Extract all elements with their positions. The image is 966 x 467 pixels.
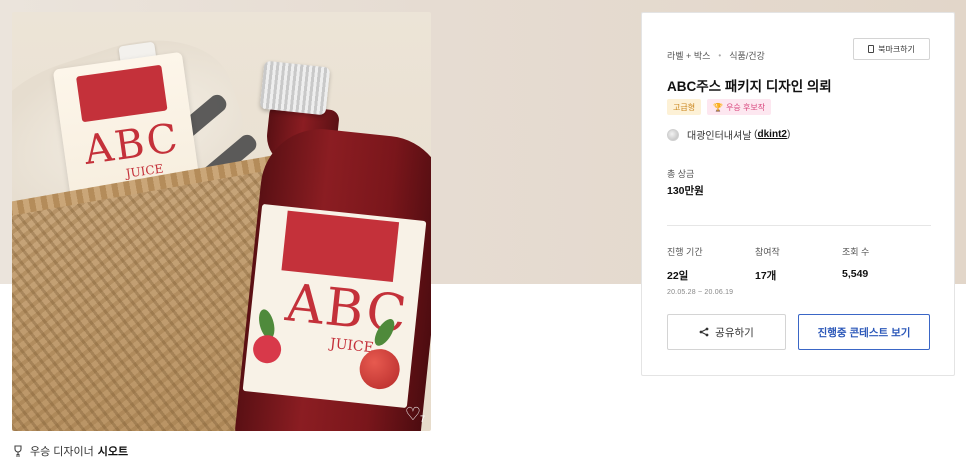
prize-value: 130만원 xyxy=(667,185,704,197)
bottle-label: ABC JUICE xyxy=(242,203,427,409)
stat-value: 17개 xyxy=(755,270,777,282)
category-item[interactable]: 식품/건강 xyxy=(729,49,765,62)
product-image[interactable]: ABC JUICE ABC JUICE ♡ 7 xyxy=(12,12,431,431)
bookmark-icon xyxy=(868,45,875,53)
pouch-label-band xyxy=(75,64,168,123)
designer-name[interactable]: 시오트 xyxy=(98,443,128,459)
stat-duration: 진행 기간 22일 20.05.28 ~ 20.06.19 xyxy=(667,245,733,296)
winner-designer: 우승 디자이너 시오트 xyxy=(12,443,128,459)
share-label: 공유하기 xyxy=(715,326,754,339)
badge-group: 고급형 🏆 우승 후보작 xyxy=(667,99,772,115)
bottle-label-band xyxy=(281,210,400,282)
share-button[interactable]: 공유하기 xyxy=(667,314,786,350)
contest-info-panel: 라벨 + 박스 • 식품/건강 북마크하기 ABC주스 패키지 디자인 의뢰 고… xyxy=(641,12,955,376)
contest-title: ABC주스 패키지 디자인 의뢰 xyxy=(667,79,832,94)
trophy-outline-icon xyxy=(14,445,22,457)
stat-value: 5,549 xyxy=(842,268,869,280)
designer-label: 우승 디자이너 xyxy=(30,446,94,458)
stat-label: 참여작 xyxy=(755,247,780,257)
stat-views: 조회 수 5,549 xyxy=(842,245,869,280)
view-ongoing-contests-button[interactable]: 진행중 콘테스트 보기 xyxy=(798,314,930,350)
bookmark-button[interactable]: 북마크하기 xyxy=(853,38,930,60)
breadcrumb-separator: • xyxy=(718,51,722,60)
bottle-cap xyxy=(259,60,331,116)
bottle-brand-text: ABC xyxy=(282,273,412,346)
category-breadcrumb: 라벨 + 박스 • 식품/건강 xyxy=(667,49,765,62)
category-item[interactable]: 라벨 + 박스 xyxy=(667,49,710,62)
avatar xyxy=(667,128,679,141)
contest-owner: 대광인터내셔날 ( dkint2 ) xyxy=(667,127,790,142)
premium-badge: 고급형 xyxy=(667,99,702,115)
prize-label: 총 상금 xyxy=(667,169,695,179)
trophy-icon: 🏆 xyxy=(713,102,724,112)
radish-illustration xyxy=(251,333,283,365)
stat-label: 조회 수 xyxy=(842,247,870,257)
winner-candidate-badge: 🏆 우승 후보작 xyxy=(707,99,772,115)
winner-candidate-label: 우승 후보작 xyxy=(726,102,766,112)
divider xyxy=(667,225,931,226)
stat-label: 진행 기간 xyxy=(667,247,703,257)
share-icon xyxy=(699,327,709,337)
stat-entries: 참여작 17개 xyxy=(755,245,780,283)
like-count: 7 xyxy=(419,414,425,424)
stat-date-range: 20.05.28 ~ 20.06.19 xyxy=(667,289,734,296)
owner-id-link[interactable]: dkint2 xyxy=(758,129,787,140)
owner-name: 대광인터내셔날 xyxy=(687,131,752,142)
stat-value: 22일 xyxy=(667,270,689,282)
owner-paren-close: ) xyxy=(786,129,791,140)
heart-icon[interactable]: ♡ xyxy=(405,405,421,423)
bookmark-label: 북마크하기 xyxy=(878,44,915,54)
